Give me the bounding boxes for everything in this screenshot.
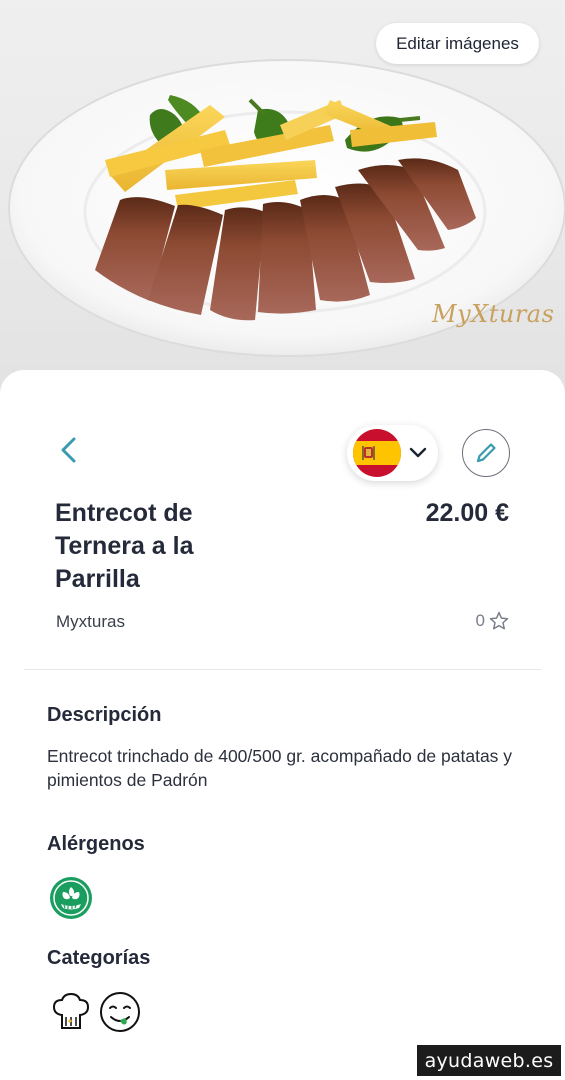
edit-images-button[interactable]: Editar imágenes	[376, 23, 539, 64]
categories-heading: Categorías	[47, 947, 151, 969]
rating-count: 0	[475, 611, 485, 630]
restaurant-name: Myxturas	[56, 612, 125, 631]
rating[interactable]: 0	[476, 610, 510, 632]
dish-photo: MyXturas Editar imágenes	[0, 0, 565, 400]
language-selector[interactable]	[347, 425, 438, 481]
edit-dish-button[interactable]	[462, 429, 510, 477]
allergens-heading: Alérgenos	[47, 833, 145, 855]
chevron-down-icon	[409, 447, 427, 459]
divider	[24, 669, 541, 670]
chef-hat-icon	[50, 991, 92, 1033]
dish-price: 22.00 €	[425, 499, 509, 527]
celery-allergen-icon	[50, 877, 92, 919]
star-icon	[488, 610, 510, 632]
chevron-left-icon	[61, 437, 76, 463]
site-watermark: ayudaweb.es	[417, 1045, 561, 1076]
description-heading: Descripción	[47, 704, 162, 726]
tasty-face-icon	[99, 991, 141, 1033]
description-text: Entrecot trinchado de 400/500 gr. acompa…	[47, 746, 513, 790]
back-button[interactable]	[52, 432, 84, 468]
spain-flag-icon	[353, 429, 401, 477]
pencil-icon	[476, 443, 496, 463]
dish-title: Entrecot de Ternera a la Parrilla	[55, 499, 194, 593]
watermark-logo: MyXturas	[432, 300, 555, 328]
